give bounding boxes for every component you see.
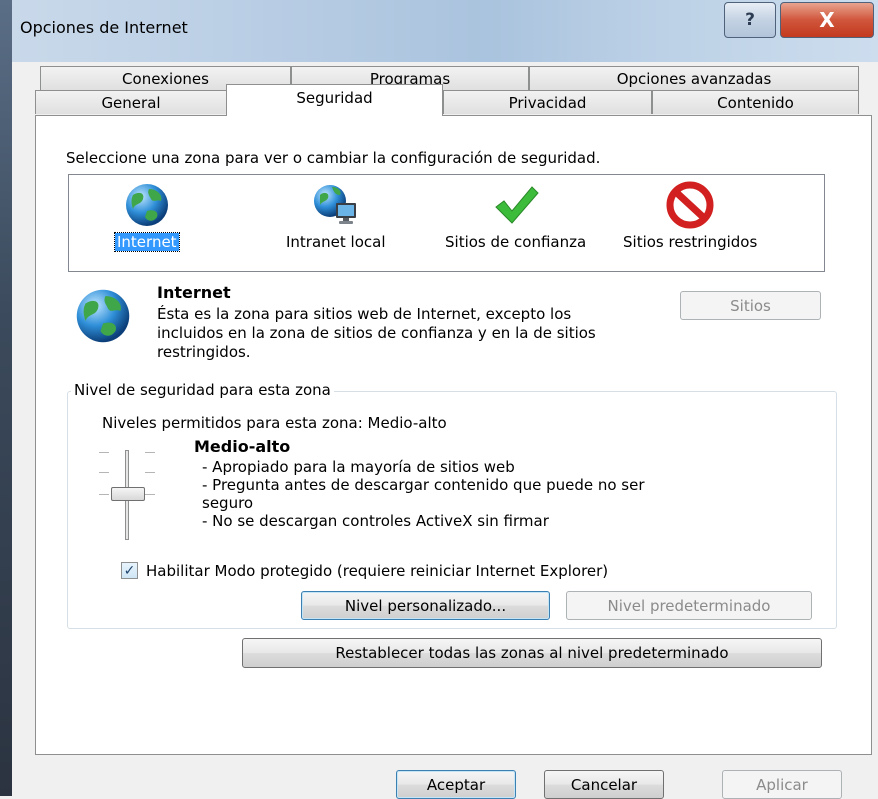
tab-label: Seguridad <box>296 89 373 107</box>
slider-tick <box>145 494 155 495</box>
zone-item-intranet-local[interactable]: Intranet local <box>284 181 388 251</box>
tab-label: Opciones avanzadas <box>616 69 772 88</box>
custom-level-button[interactable]: Nivel personalizado... <box>301 591 550 620</box>
zone-title: Internet <box>157 283 231 302</box>
zone-label: Sitios de confianza <box>445 233 587 251</box>
group-legend: Nivel de seguridad para esta zona <box>71 381 334 399</box>
security-level-slider-thumb[interactable] <box>111 487 145 501</box>
sites-button[interactable]: Sitios <box>680 291 821 320</box>
level-line: - Pregunta antes de descargar contenido … <box>202 476 645 494</box>
slider-tick <box>99 472 109 473</box>
protected-mode-label[interactable]: Habilitar Modo protegido (requiere reini… <box>146 562 608 580</box>
slider-tick <box>99 494 109 495</box>
tab-opciones-avanzadas[interactable]: Opciones avanzadas <box>529 66 859 90</box>
protected-mode-checkbox[interactable]: ✓ <box>121 562 138 579</box>
zone-item-internet[interactable]: Internet <box>114 181 180 252</box>
checkmark-icon <box>494 186 539 224</box>
apply-button[interactable]: Aplicar <box>722 770 842 799</box>
slider-tick <box>145 452 155 453</box>
zone-label: Internet <box>114 232 180 252</box>
level-name: Medio-alto <box>194 437 291 456</box>
allowed-levels-text: Niveles permitidos para esta zona: Medio… <box>102 414 447 432</box>
tab-label: Conexiones <box>122 69 209 88</box>
zone-label: Intranet local <box>286 233 386 251</box>
tab-general[interactable]: General <box>35 90 227 114</box>
button-label: Sitios <box>730 296 771 315</box>
tab-label: General <box>101 93 161 112</box>
button-label: Cancelar <box>570 775 638 794</box>
tab-label: Contenido <box>717 93 794 112</box>
security-tab-panel: Seleccione una zona para ver o cambiar l… <box>35 115 872 755</box>
button-label: Restablecer todas las zonas al nivel pre… <box>335 644 729 662</box>
intranet-icon <box>313 185 356 224</box>
zone-instruction: Seleccione una zona para ver o cambiar l… <box>66 149 601 167</box>
reset-all-zones-button[interactable]: Restablecer todas las zonas al nivel pre… <box>242 638 822 668</box>
tab-label: Privacidad <box>508 93 587 112</box>
zone-label: Sitios restringidos <box>623 233 758 251</box>
slider-tick <box>99 452 109 453</box>
zone-item-sitios-de-confianza[interactable]: Sitios de confianza <box>443 181 588 251</box>
slider-tick <box>145 472 155 473</box>
title-bar[interactable]: Opciones de Internet ? X <box>12 0 878 62</box>
zone-list[interactable]: Internet Intranet local Sitios de confia… <box>68 174 825 272</box>
cancel-button[interactable]: Cancelar <box>544 770 664 799</box>
help-button[interactable]: ? <box>724 2 776 38</box>
help-icon: ? <box>745 10 755 30</box>
level-line: seguro <box>202 494 254 512</box>
tab-privacidad[interactable]: Privacidad <box>443 90 652 114</box>
level-line: - Apropiado para la mayoría de sitios we… <box>202 458 515 476</box>
button-label: Aceptar <box>426 775 486 794</box>
level-line: - No se descargan controles ActiveX sin … <box>202 512 549 530</box>
window-title: Opciones de Internet <box>20 18 188 37</box>
button-label: Nivel personalizado... <box>344 596 507 615</box>
zone-item-sitios-restringidos[interactable]: Sitios restringidos <box>621 181 759 251</box>
zone-description: Ésta es la zona para sitios web de Inter… <box>157 305 596 361</box>
internet-options-dialog: Opciones de Internet ? X Conexiones Prog… <box>12 0 878 799</box>
close-button[interactable]: X <box>780 2 874 38</box>
level-description: - Apropiado para la mayoría de sitios we… <box>202 458 802 530</box>
desktop-edge <box>0 0 12 796</box>
globe-icon <box>125 184 168 226</box>
close-icon: X <box>819 8 835 32</box>
security-level-group: Nivel de seguridad para esta zona Nivele… <box>67 381 837 629</box>
ok-button[interactable]: Aceptar <box>396 770 516 799</box>
button-label: Nivel predeterminado <box>607 596 771 615</box>
selected-zone-globe-icon <box>76 289 130 343</box>
default-level-button[interactable]: Nivel predeterminado <box>566 591 812 620</box>
prohibited-icon <box>666 181 714 229</box>
tab-seguridad[interactable]: Seguridad <box>226 84 443 116</box>
tab-contenido[interactable]: Contenido <box>652 90 859 114</box>
button-label: Aplicar <box>756 775 808 794</box>
